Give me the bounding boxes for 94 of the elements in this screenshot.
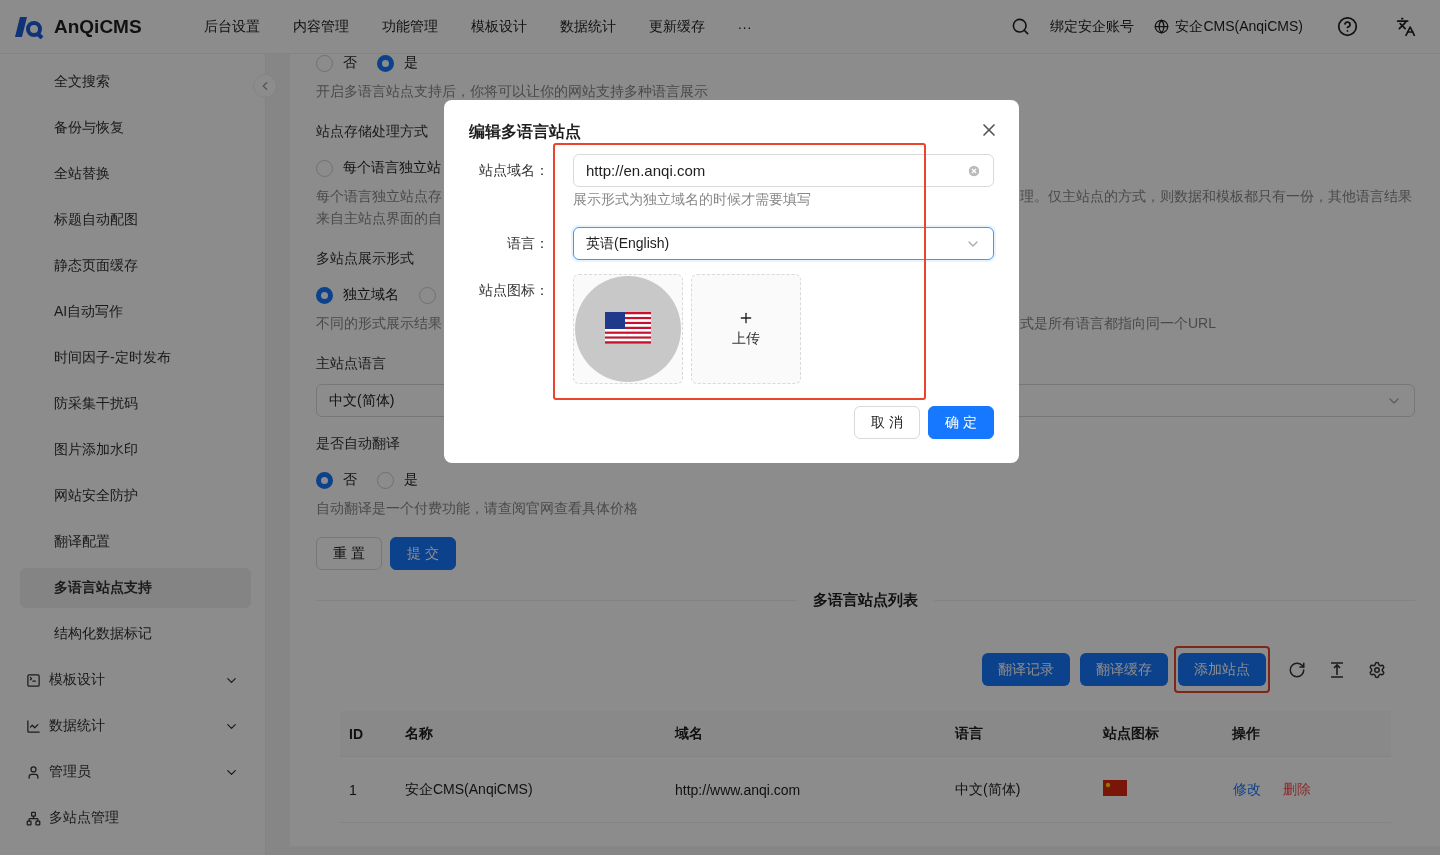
radio-label: 独立域名 [343, 286, 399, 304]
language-select[interactable]: 英语(English) [573, 227, 994, 260]
nav-item[interactable]: 数据统计 [559, 17, 616, 36]
radio-label: 否 [343, 54, 357, 72]
flag-icon [605, 312, 651, 346]
radio-label: 是 [404, 54, 418, 72]
section-title: 多语言站点列表 [813, 590, 918, 610]
settings-icon[interactable] [1368, 660, 1386, 679]
radio-button[interactable] [316, 471, 333, 489]
sidebar-item[interactable]: 网站安全防护 [20, 476, 251, 516]
nav-item[interactable]: 模板设计 [470, 17, 527, 36]
column-height-icon[interactable] [1328, 660, 1346, 679]
nav-item[interactable]: 内容管理 [292, 17, 349, 36]
radio-button[interactable] [316, 54, 333, 72]
sidebar-item[interactable]: 标题自动配图 [20, 200, 251, 240]
toolbar-button[interactable]: 翻译缓存 [1080, 653, 1168, 686]
toolbar-button[interactable]: 添加站点 [1174, 646, 1270, 693]
sidebar-item[interactable]: 结构化数据标记 [20, 614, 251, 654]
logo-icon [14, 14, 44, 39]
column-header: ID [348, 725, 364, 742]
help-text: 开启多语言站点支持后，你将可以让你的网站支持多种语言展示 [316, 83, 708, 101]
radio-button[interactable] [419, 286, 436, 304]
nav-item[interactable]: 更新缓存 [648, 17, 705, 36]
submit-button[interactable]: 提 交 [389, 537, 456, 570]
refresh-icon[interactable] [1288, 660, 1306, 679]
sidebar-item[interactable]: 多站点管理 [49, 809, 119, 827]
table-cell-text: 中文(简体) [954, 780, 1022, 799]
flag-icon [1103, 780, 1127, 796]
radio-label: 每个语言独立站 [343, 159, 441, 177]
plus-icon [738, 310, 754, 326]
field-label: 站点域名： [478, 161, 549, 180]
help-icon[interactable] [1337, 16, 1358, 37]
translate-icon[interactable] [1396, 16, 1416, 37]
bind-account-link[interactable]: 绑定安企账号 [1050, 17, 1135, 36]
radio-label: 否 [343, 471, 357, 489]
sidebar-item[interactable]: AI自动写作 [20, 292, 251, 332]
sidebar-group[interactable]: 数据统计 [49, 717, 105, 735]
column-header: 操作 [1231, 724, 1261, 743]
sidebar-item[interactable]: 多语言站点支持 [20, 568, 251, 608]
field-hint: 展示形式为独立域名的时候才需要填写 [573, 191, 812, 209]
more-menu[interactable]: ··· [737, 18, 752, 35]
help-text: 每个语言独立站点存 [316, 188, 442, 206]
search-icon[interactable] [1011, 17, 1031, 36]
column-header: 站点图标 [1102, 724, 1160, 743]
column-header: 语言 [953, 724, 984, 743]
sidebar-item[interactable]: 备份与恢复 [20, 108, 251, 148]
column-header: 域名 [673, 724, 704, 743]
table-cell-text: 1 [348, 781, 358, 798]
help-text: 不同的形式展示结果 [316, 315, 442, 333]
sidebar-item[interactable]: 翻译配置 [20, 522, 251, 562]
terminal-icon [26, 672, 41, 688]
help-text: 理。仅主站点的方式，则数据和模板都只有一份，其他语言结果 [1020, 188, 1412, 206]
radio-label: 是 [404, 471, 418, 489]
collapse-toggle[interactable] [253, 74, 277, 98]
toolbar-button[interactable]: 翻译记录 [982, 653, 1070, 686]
radio-button[interactable] [316, 159, 333, 177]
sidebar-item[interactable]: 静态页面缓存 [20, 246, 251, 286]
field-label: 语言： [506, 234, 549, 253]
sidebar-item[interactable]: 全站替换 [20, 154, 251, 194]
user-icon [26, 764, 41, 780]
radio-button[interactable] [316, 286, 333, 304]
column-header: 名称 [404, 724, 434, 743]
radio-button[interactable] [377, 54, 394, 72]
nav-item[interactable]: 功能管理 [381, 17, 438, 36]
table-cell-text: 安企CMS(AnqiCMS) [404, 780, 534, 799]
table-cell-text: http://www.anqi.com [674, 781, 802, 798]
sidebar-group[interactable]: 模板设计 [49, 671, 105, 689]
sidebar-item[interactable]: 时间因子-定时发布 [20, 338, 251, 378]
network-icon [26, 810, 41, 826]
confirm-button[interactable]: 确 定 [928, 406, 994, 439]
sidebar-item[interactable]: 图片添加水印 [20, 430, 251, 470]
globe-icon [1154, 19, 1170, 34]
sidebar-item[interactable]: 防采集干扰码 [20, 384, 251, 424]
form-label: 多站点展示形式 [316, 249, 414, 268]
form-label: 是否自动翻译 [316, 434, 400, 453]
help-text: 来自主站点界面的自 [316, 210, 442, 228]
site-switcher[interactable]: 安企CMS(AnqiCMS) [1175, 17, 1303, 36]
cancel-button[interactable]: 取 消 [854, 406, 921, 439]
sidebar-group[interactable]: 管理员 [49, 763, 91, 781]
brand-name: AnQiCMS [54, 15, 142, 38]
edit-link[interactable]: 修改 [1233, 780, 1261, 799]
sidebar-item[interactable]: 全文搜索 [20, 62, 251, 102]
help-text: 式是所有语言都指向同一个URL [1020, 315, 1216, 333]
upload-button[interactable]: 上传 [691, 274, 801, 384]
reset-button[interactable]: 重 置 [316, 537, 382, 570]
nav-item[interactable]: 后台设置 [203, 17, 260, 36]
help-text: 自动翻译是一个付费功能，请查阅官网查看具体价格 [316, 500, 638, 518]
modal-title: 编辑多语言站点 [469, 122, 581, 142]
domain-input-field[interactable]: http://en.anqi.com [573, 154, 994, 187]
radio-button[interactable] [377, 471, 394, 489]
form-label: 站点存储处理方式 [316, 122, 428, 141]
field-label: 站点图标： [478, 281, 549, 300]
form-label: 主站点语言 [316, 354, 386, 373]
chart-icon [26, 718, 41, 734]
